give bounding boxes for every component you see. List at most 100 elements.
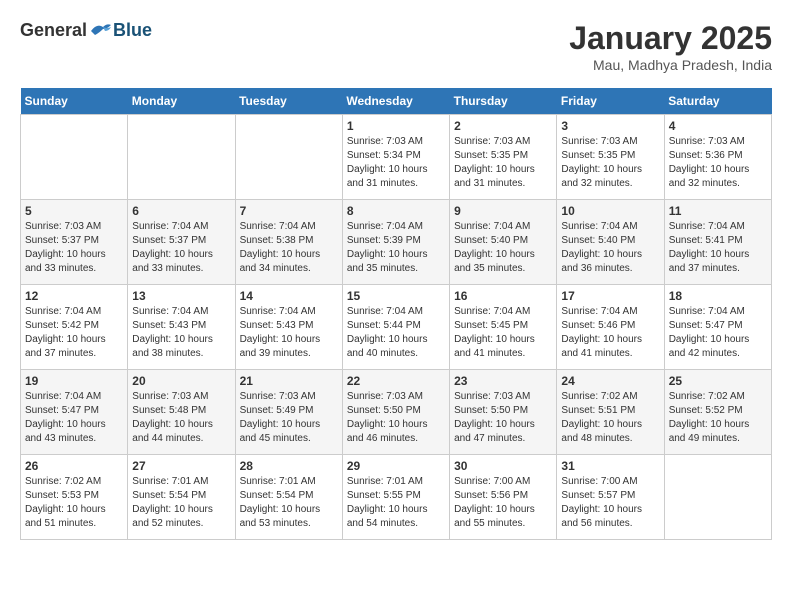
day-number: 19	[25, 374, 123, 388]
day-of-week-header: Saturday	[664, 88, 771, 115]
calendar-day-cell	[128, 115, 235, 200]
day-number: 27	[132, 459, 230, 473]
day-info: Sunrise: 7:04 AM Sunset: 5:43 PM Dayligh…	[240, 305, 338, 361]
calendar-week-row: 26 Sunrise: 7:02 AM Sunset: 5:53 PM Dayli…	[21, 455, 772, 540]
day-number: 17	[561, 289, 659, 303]
calendar-week-row: 5 Sunrise: 7:03 AM Sunset: 5:37 PM Daylig…	[21, 200, 772, 285]
calendar-header-row: SundayMondayTuesdayWednesdayThursdayFrid…	[21, 88, 772, 115]
day-number: 21	[240, 374, 338, 388]
calendar-day-cell: 9 Sunrise: 7:04 AM Sunset: 5:40 PM Daylig…	[450, 200, 557, 285]
calendar-day-cell: 29Sunrise: 7:01 AM Sunset: 5:55 PM Dayli…	[342, 455, 449, 540]
day-number: 25	[669, 374, 767, 388]
calendar-day-cell: 14Sunrise: 7:04 AM Sunset: 5:43 PM Dayli…	[235, 285, 342, 370]
day-info: Sunrise: 7:01 AM Sunset: 5:54 PM Dayligh…	[132, 475, 230, 531]
day-of-week-header: Monday	[128, 88, 235, 115]
calendar-day-cell: 15Sunrise: 7:04 AM Sunset: 5:44 PM Dayli…	[342, 285, 449, 370]
day-info: Sunrise: 7:04 AM Sunset: 5:40 PM Dayligh…	[454, 220, 552, 276]
day-info: Sunrise: 7:01 AM Sunset: 5:54 PM Dayligh…	[240, 475, 338, 531]
day-of-week-header: Wednesday	[342, 88, 449, 115]
day-of-week-header: Sunday	[21, 88, 128, 115]
day-info: Sunrise: 7:04 AM Sunset: 5:42 PM Dayligh…	[25, 305, 123, 361]
calendar-day-cell: 19Sunrise: 7:04 AM Sunset: 5:47 PM Dayli…	[21, 370, 128, 455]
calendar-day-cell: 13Sunrise: 7:04 AM Sunset: 5:43 PM Dayli…	[128, 285, 235, 370]
location-subtitle: Mau, Madhya Pradesh, India	[569, 57, 772, 73]
logo: General Blue	[20, 20, 152, 41]
calendar-day-cell: 26 Sunrise: 7:02 AM Sunset: 5:53 PM Dayli…	[21, 455, 128, 540]
day-info: Sunrise: 7:04 AM Sunset: 5:37 PM Dayligh…	[132, 220, 230, 276]
day-info: Sunrise: 7:02 AM Sunset: 5:53 PM Dayligh…	[25, 475, 123, 531]
calendar-day-cell: 25Sunrise: 7:02 AM Sunset: 5:52 PM Dayli…	[664, 370, 771, 455]
calendar-day-cell: 27 Sunrise: 7:01 AM Sunset: 5:54 PM Dayli…	[128, 455, 235, 540]
calendar-day-cell: 4Sunrise: 7:03 AM Sunset: 5:36 PM Daylig…	[664, 115, 771, 200]
day-info: Sunrise: 7:00 AM Sunset: 5:56 PM Dayligh…	[454, 475, 552, 531]
day-info: Sunrise: 7:04 AM Sunset: 5:39 PM Dayligh…	[347, 220, 445, 276]
calendar-day-cell	[235, 115, 342, 200]
calendar-day-cell: 18Sunrise: 7:04 AM Sunset: 5:47 PM Dayli…	[664, 285, 771, 370]
calendar-day-cell: 30 Sunrise: 7:00 AM Sunset: 5:56 PM Dayli…	[450, 455, 557, 540]
day-info: Sunrise: 7:03 AM Sunset: 5:50 PM Dayligh…	[347, 390, 445, 446]
calendar-day-cell: 1Sunrise: 7:03 AM Sunset: 5:34 PM Daylig…	[342, 115, 449, 200]
day-info: Sunrise: 7:03 AM Sunset: 5:35 PM Dayligh…	[561, 135, 659, 191]
day-number: 16	[454, 289, 552, 303]
calendar-day-cell: 10 Sunrise: 7:04 AM Sunset: 5:40 PM Dayli…	[557, 200, 664, 285]
calendar-day-cell: 5 Sunrise: 7:03 AM Sunset: 5:37 PM Daylig…	[21, 200, 128, 285]
day-number: 10	[561, 204, 659, 218]
day-number: 13	[132, 289, 230, 303]
calendar-table: SundayMondayTuesdayWednesdayThursdayFrid…	[20, 88, 772, 540]
day-info: Sunrise: 7:03 AM Sunset: 5:37 PM Dayligh…	[25, 220, 123, 276]
calendar-day-cell	[21, 115, 128, 200]
calendar-day-cell: 28 Sunrise: 7:01 AM Sunset: 5:54 PM Dayli…	[235, 455, 342, 540]
day-info: Sunrise: 7:00 AM Sunset: 5:57 PM Dayligh…	[561, 475, 659, 531]
day-info: Sunrise: 7:03 AM Sunset: 5:50 PM Dayligh…	[454, 390, 552, 446]
day-of-week-header: Friday	[557, 88, 664, 115]
day-number: 2	[454, 119, 552, 133]
calendar-day-cell: 7 Sunrise: 7:04 AM Sunset: 5:38 PM Daylig…	[235, 200, 342, 285]
day-info: Sunrise: 7:04 AM Sunset: 5:38 PM Dayligh…	[240, 220, 338, 276]
day-number: 7	[240, 204, 338, 218]
day-number: 30	[454, 459, 552, 473]
day-number: 12	[25, 289, 123, 303]
day-of-week-header: Tuesday	[235, 88, 342, 115]
day-number: 1	[347, 119, 445, 133]
title-area: January 2025 Mau, Madhya Pradesh, India	[569, 20, 772, 73]
day-info: Sunrise: 7:03 AM Sunset: 5:35 PM Dayligh…	[454, 135, 552, 191]
day-number: 8	[347, 204, 445, 218]
calendar-day-cell: 23 Sunrise: 7:03 AM Sunset: 5:50 PM Dayli…	[450, 370, 557, 455]
day-info: Sunrise: 7:04 AM Sunset: 5:46 PM Dayligh…	[561, 305, 659, 361]
calendar-week-row: 12 Sunrise: 7:04 AM Sunset: 5:42 PM Dayli…	[21, 285, 772, 370]
calendar-day-cell: 2 Sunrise: 7:03 AM Sunset: 5:35 PM Daylig…	[450, 115, 557, 200]
calendar-day-cell: 17 Sunrise: 7:04 AM Sunset: 5:46 PM Dayli…	[557, 285, 664, 370]
day-number: 31	[561, 459, 659, 473]
logo-blue-text: Blue	[113, 20, 152, 41]
day-info: Sunrise: 7:04 AM Sunset: 5:45 PM Dayligh…	[454, 305, 552, 361]
calendar-day-cell	[664, 455, 771, 540]
day-number: 9	[454, 204, 552, 218]
day-number: 29	[347, 459, 445, 473]
calendar-day-cell: 12 Sunrise: 7:04 AM Sunset: 5:42 PM Dayli…	[21, 285, 128, 370]
calendar-day-cell: 21 Sunrise: 7:03 AM Sunset: 5:49 PM Dayli…	[235, 370, 342, 455]
day-number: 5	[25, 204, 123, 218]
day-number: 22	[347, 374, 445, 388]
calendar-week-row: 1Sunrise: 7:03 AM Sunset: 5:34 PM Daylig…	[21, 115, 772, 200]
calendar-day-cell: 3 Sunrise: 7:03 AM Sunset: 5:35 PM Daylig…	[557, 115, 664, 200]
day-info: Sunrise: 7:03 AM Sunset: 5:49 PM Dayligh…	[240, 390, 338, 446]
day-number: 4	[669, 119, 767, 133]
calendar-day-cell: 8 Sunrise: 7:04 AM Sunset: 5:39 PM Daylig…	[342, 200, 449, 285]
day-number: 23	[454, 374, 552, 388]
day-number: 3	[561, 119, 659, 133]
calendar-day-cell: 11Sunrise: 7:04 AM Sunset: 5:41 PM Dayli…	[664, 200, 771, 285]
calendar-day-cell: 22 Sunrise: 7:03 AM Sunset: 5:50 PM Dayli…	[342, 370, 449, 455]
day-info: Sunrise: 7:04 AM Sunset: 5:40 PM Dayligh…	[561, 220, 659, 276]
day-info: Sunrise: 7:04 AM Sunset: 5:41 PM Dayligh…	[669, 220, 767, 276]
logo-bird-icon	[89, 21, 113, 41]
calendar-day-cell: 6Sunrise: 7:04 AM Sunset: 5:37 PM Daylig…	[128, 200, 235, 285]
calendar-day-cell: 31 Sunrise: 7:00 AM Sunset: 5:57 PM Dayli…	[557, 455, 664, 540]
day-number: 28	[240, 459, 338, 473]
calendar-week-row: 19Sunrise: 7:04 AM Sunset: 5:47 PM Dayli…	[21, 370, 772, 455]
day-number: 26	[25, 459, 123, 473]
logo-general-text: General	[20, 20, 87, 41]
calendar-day-cell: 16 Sunrise: 7:04 AM Sunset: 5:45 PM Dayli…	[450, 285, 557, 370]
day-number: 18	[669, 289, 767, 303]
page-header: General Blue January 2025 Mau, Madhya Pr…	[20, 20, 772, 73]
day-number: 20	[132, 374, 230, 388]
